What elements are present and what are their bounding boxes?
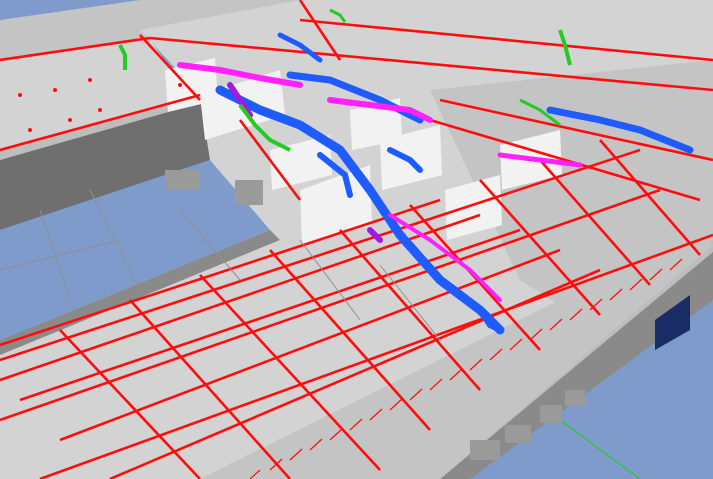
- equipment-unit: [505, 425, 531, 443]
- equipment-unit: [565, 390, 585, 406]
- equipment-unit: [470, 440, 500, 460]
- equipment-unit: [165, 170, 200, 190]
- bim-model-view: [0, 0, 713, 479]
- equipment-unit: [540, 405, 562, 423]
- equipment-unit: [235, 180, 263, 205]
